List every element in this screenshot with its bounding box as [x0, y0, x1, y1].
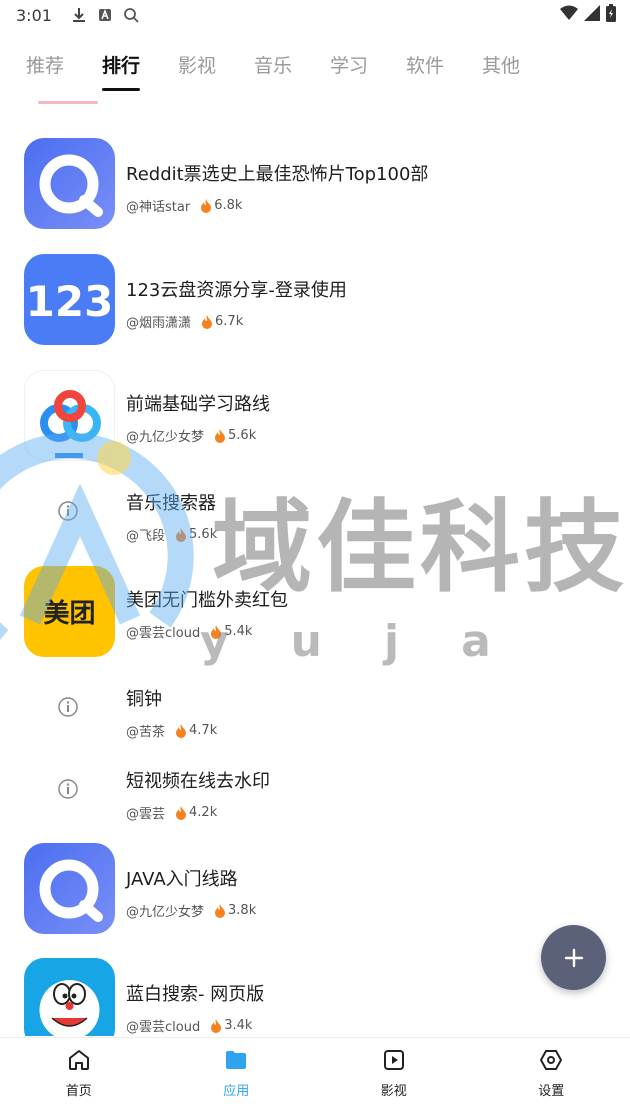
app-meta: @雲芸cloud 5.4k	[126, 622, 252, 641]
nav-home[interactable]: 首页	[0, 1038, 158, 1104]
flame-icon	[215, 903, 226, 918]
search-icon	[120, 4, 142, 26]
nav-apps-label: 应用	[223, 1084, 250, 1099]
category-tabs: 推荐 排行 影视 音乐 学习 软件 其他	[0, 38, 630, 98]
app-author: @雲芸cloud	[126, 1020, 201, 1035]
plus-icon	[564, 948, 583, 967]
baidu-netdisk-icon	[24, 370, 115, 461]
nav-apps[interactable]: 应用	[158, 1038, 316, 1104]
heat-count: 4.2k	[175, 805, 217, 820]
battery-icon	[606, 4, 616, 26]
list-item[interactable]: 美团 美团无门槛外卖红包 @雲芸cloud 5.4k	[0, 566, 630, 666]
app-title: 前端基础学习路线	[126, 394, 270, 415]
pan123-icon: 123	[24, 254, 115, 345]
browser-ring-icon	[24, 138, 115, 229]
app-title: 蓝白搜索- 网页版	[126, 984, 265, 1005]
home-icon	[67, 1048, 91, 1076]
flame-icon	[215, 428, 226, 443]
app-title: 美团无门槛外卖红包	[126, 590, 288, 611]
app-ranking-list: Reddit票选史上最佳恐怖片Top100部 @神话star 6.8k 123 …	[0, 104, 630, 1036]
svg-text:美团: 美团	[43, 598, 95, 629]
app-author: @烟雨潇潇	[126, 316, 192, 331]
app-meta: @烟雨潇潇 6.7k	[126, 312, 243, 331]
app-meta: @苦茶 4.7k	[126, 721, 217, 740]
app-author: @雲芸cloud	[126, 626, 201, 641]
info-icon	[57, 778, 81, 802]
app-meta: @九亿少女梦 3.8k	[126, 901, 256, 920]
tab-movies[interactable]: 影视	[178, 38, 254, 88]
app-meta: @雲芸cloud 3.4k	[126, 1016, 252, 1035]
nav-movies[interactable]: 影视	[315, 1038, 473, 1104]
heat-count: 5.6k	[214, 428, 256, 443]
active-tab-indicator	[102, 88, 140, 91]
list-item[interactable]: 蓝白搜索- 网页版 @雲芸cloud 3.4k	[0, 958, 630, 1036]
nav-home-label: 首页	[65, 1084, 92, 1099]
folder-icon	[224, 1048, 248, 1076]
settings-hex-icon	[539, 1048, 563, 1076]
heat-count: 5.4k	[210, 624, 252, 639]
play-icon	[382, 1048, 406, 1076]
bottom-navigation: 首页 应用 影视 设置	[0, 1037, 630, 1104]
app-title: Reddit票选史上最佳恐怖片Top100部	[126, 164, 429, 185]
flame-icon	[202, 314, 213, 329]
app-meta: @神话star 6.8k	[126, 196, 242, 215]
tab-ranking[interactable]: 排行	[102, 38, 178, 91]
download-icon	[68, 4, 90, 26]
heat-count: 5.6k	[175, 527, 217, 542]
doraemon-icon	[24, 958, 115, 1036]
nav-settings[interactable]: 设置	[473, 1038, 630, 1104]
app-author: @九亿少女梦	[126, 430, 205, 445]
status-bar: 3:01	[0, 0, 630, 30]
tab-music[interactable]: 音乐	[254, 38, 330, 88]
flame-icon	[176, 527, 187, 542]
status-time: 3:01	[16, 5, 52, 25]
info-icon	[57, 500, 81, 524]
heat-count: 3.8k	[214, 903, 256, 918]
heat-count: 6.7k	[201, 314, 243, 329]
meituan-icon: 美团	[24, 566, 115, 657]
list-item[interactable]: JAVA入门线路 @九亿少女梦 3.8k	[0, 843, 630, 943]
app-author: @神话star	[126, 200, 191, 215]
app-title: 音乐搜索器	[126, 493, 216, 514]
tab-study[interactable]: 学习	[330, 38, 406, 88]
flame-icon	[176, 723, 187, 738]
app-author: @九亿少女梦	[126, 905, 205, 920]
tab-recommend[interactable]: 推荐	[26, 38, 102, 88]
nav-movies-label: 影视	[380, 1084, 407, 1099]
app-author: @雲芸	[126, 807, 166, 822]
wifi-icon	[560, 5, 578, 25]
app-meta: @九亿少女梦 5.6k	[126, 426, 256, 445]
app-author: @飞段	[126, 529, 166, 544]
flame-icon	[176, 805, 187, 820]
tab-other[interactable]: 其他	[482, 38, 558, 88]
tab-software[interactable]: 软件	[406, 38, 482, 88]
list-item[interactable]: 123 123云盘资源分享-登录使用 @烟雨潇潇 6.7k	[0, 254, 630, 354]
app-meta: @飞段 5.6k	[126, 525, 217, 544]
info-icon	[57, 696, 81, 720]
flame-icon	[201, 198, 212, 213]
heat-count: 6.8k	[200, 198, 242, 213]
heat-count: 3.4k	[210, 1018, 252, 1033]
list-item[interactable]: Reddit票选史上最佳恐怖片Top100部 @神话star 6.8k	[0, 138, 630, 238]
flame-icon	[211, 624, 222, 639]
flame-icon	[211, 1018, 222, 1033]
nav-settings-label: 设置	[538, 1084, 565, 1099]
add-button[interactable]	[541, 925, 606, 990]
app-meta: @雲芸 4.2k	[126, 803, 217, 822]
app-author: @苦茶	[126, 725, 166, 740]
heat-count: 4.7k	[175, 723, 217, 738]
app-title: JAVA入门线路	[126, 869, 238, 890]
list-item[interactable]: 前端基础学习路线 @九亿少女梦 5.6k	[0, 370, 630, 470]
a-box-icon	[94, 4, 116, 26]
app-title: 铜钟	[126, 689, 162, 710]
app-title: 123云盘资源分享-登录使用	[126, 280, 347, 301]
browser-ring-icon	[24, 843, 115, 934]
app-title: 短视频在线去水印	[126, 771, 270, 792]
svg-text:123: 123	[26, 277, 114, 326]
signal-icon	[584, 5, 600, 25]
